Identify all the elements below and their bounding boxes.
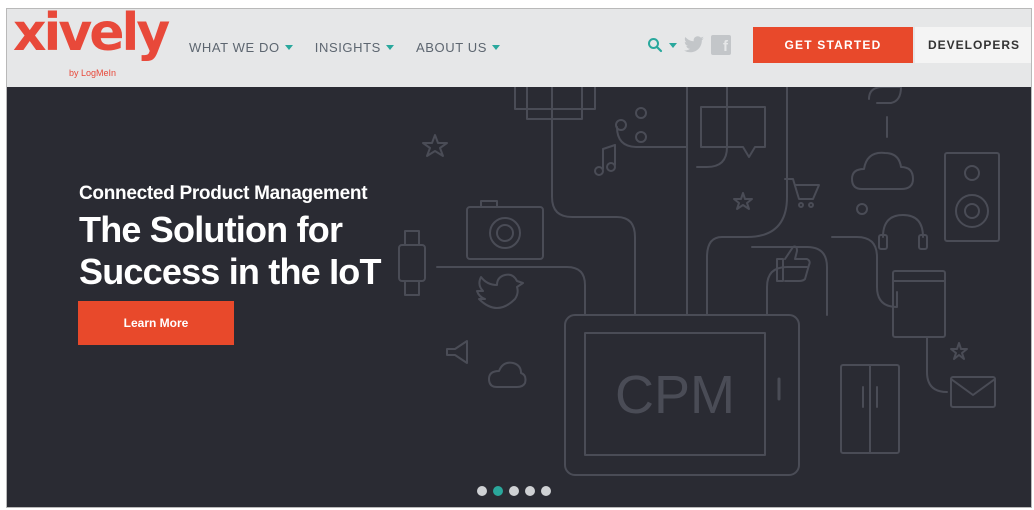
iot-device-illustration: CPM <box>398 87 1000 476</box>
nav-item-about-us[interactable]: ABOUT US <box>416 40 500 55</box>
hero-subtitle: Connected Product Management <box>79 183 368 204</box>
xively-logo[interactable]: xively by LogMeIn <box>13 9 170 83</box>
search-icon[interactable] <box>647 37 663 53</box>
hero-banner: CPM Connected Product Management The Sol… <box>7 87 1031 507</box>
nav-item-label: WHAT WE DO <box>189 40 280 55</box>
header-tools: f <box>647 35 731 55</box>
headline-line-1: The Solution for <box>79 209 343 250</box>
cpm-device-label: CPM <box>615 365 735 425</box>
site-header: xively by LogMeIn WHAT WE DO INSIGHTS AB… <box>7 9 1031 87</box>
browser-viewport: xively by LogMeIn WHAT WE DO INSIGHTS AB… <box>6 8 1032 508</box>
logo-byline: by LogMeIn <box>69 68 117 78</box>
carousel-dot[interactable] <box>525 486 535 496</box>
carousel-dot[interactable] <box>541 486 551 496</box>
logo-wordmark: xively <box>13 8 170 63</box>
main-nav: WHAT WE DO INSIGHTS ABOUT US <box>189 40 500 55</box>
nav-item-label: INSIGHTS <box>314 40 381 55</box>
carousel-dot[interactable] <box>509 486 519 496</box>
twitter-icon[interactable] <box>683 36 705 54</box>
hero-headline: The Solution for Success in the IoT <box>79 209 382 293</box>
nav-item-label: ABOUT US <box>415 40 487 55</box>
carousel-dot[interactable] <box>477 486 487 496</box>
carousel-pagination <box>477 486 551 496</box>
nav-item-what-we-do[interactable]: WHAT WE DO <box>189 40 293 55</box>
headline-line-2: Success in the IoT <box>79 251 382 292</box>
chevron-down-icon[interactable] <box>669 42 677 48</box>
carousel-dot[interactable] <box>493 486 503 496</box>
learn-more-button[interactable]: Learn More <box>78 301 234 345</box>
caret-down-icon <box>284 45 293 50</box>
caret-down-icon <box>385 45 394 50</box>
developers-button[interactable]: DEVELOPERS <box>915 27 1031 63</box>
nav-item-insights[interactable]: INSIGHTS <box>315 40 394 55</box>
get-started-button[interactable]: GET STARTED <box>753 27 913 63</box>
caret-down-icon <box>491 45 500 50</box>
facebook-glyph: f <box>711 35 731 55</box>
facebook-icon[interactable]: f <box>711 35 731 55</box>
